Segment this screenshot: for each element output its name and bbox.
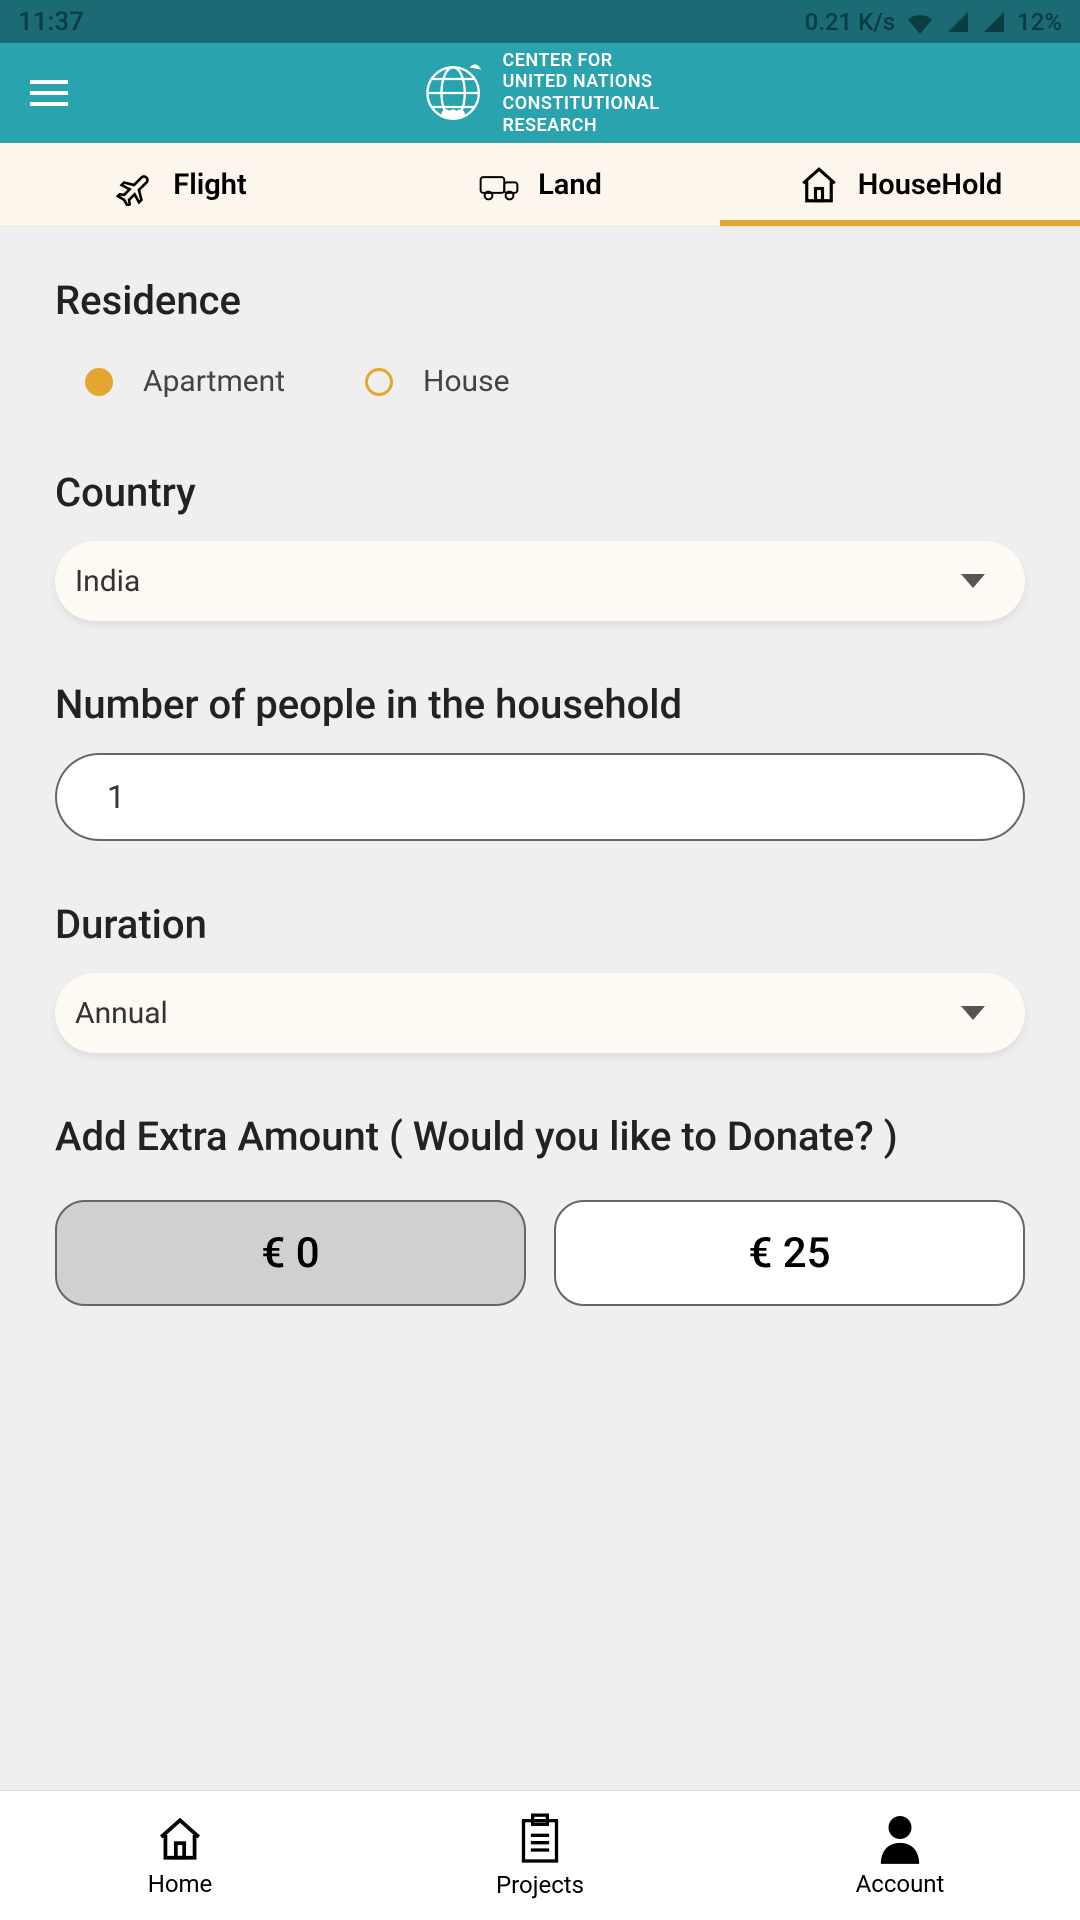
duration-label: Duration [55,901,1025,948]
flight-icon [113,164,155,206]
status-right: 0.21 K/s 12% [805,8,1062,36]
app-header: CENTER FOR UNITED NATIONS CONSTITUTIONAL… [0,43,1080,143]
country-dropdown[interactable]: India [55,541,1025,621]
tab-land[interactable]: Land [360,143,720,226]
chevron-down-icon [961,574,985,588]
battery-percent: 12% [1017,8,1062,36]
radio-apartment[interactable]: Apartment [85,364,285,399]
residence-radio-group: Apartment House [55,364,1025,399]
bottom-nav: Home Projects Account [0,1790,1080,1920]
amount-button-group: € 0 € 25 [55,1200,1025,1306]
people-label: Number of people in the household [55,681,1025,728]
nav-projects-label: Projects [496,1871,584,1899]
tab-flight-label: Flight [173,168,246,202]
country-label: Country [55,469,1025,516]
form-content: Residence Apartment House Country India … [0,227,1080,1790]
globe-logo-icon [420,58,490,128]
logo-text-3: CONSTITUTIONAL [502,93,659,115]
tab-household[interactable]: HouseHold [720,143,1080,226]
chevron-down-icon [961,1006,985,1020]
projects-icon [518,1813,562,1865]
account-icon [877,1814,923,1864]
category-tabs: Flight Land HouseHold [0,143,1080,227]
nav-account[interactable]: Account [720,1791,1080,1920]
radio-house-label: House [423,364,509,399]
land-icon [478,164,520,206]
radio-house[interactable]: House [365,364,509,399]
menu-icon[interactable] [30,80,68,106]
tab-household-label: HouseHold [858,168,1002,202]
signal-icon [945,10,971,34]
radio-house-indicator [365,368,393,396]
amount-0-label: € 0 [261,1229,319,1278]
nav-account-label: Account [856,1870,945,1898]
household-icon [798,164,840,206]
nav-home-label: Home [148,1870,213,1898]
tab-land-label: Land [538,168,602,202]
tab-flight[interactable]: Flight [0,143,360,226]
amount-button-25[interactable]: € 25 [554,1200,1025,1306]
status-bar: 11:37 0.21 K/s 12% [0,0,1080,43]
nav-home[interactable]: Home [0,1791,360,1920]
radio-apartment-indicator [85,368,113,396]
home-icon [155,1814,205,1864]
extra-amount-label: Add Extra Amount ( Would you like to Don… [55,1113,1025,1160]
people-input[interactable] [55,753,1025,841]
logo: CENTER FOR UNITED NATIONS CONSTITUTIONAL… [420,50,659,136]
residence-title: Residence [55,277,1025,324]
country-value: India [75,564,140,599]
duration-value: Annual [75,996,168,1031]
network-speed: 0.21 K/s [805,8,895,36]
duration-dropdown[interactable]: Annual [55,973,1025,1053]
logo-text-2: UNITED NATIONS [502,71,659,93]
signal-icon-2 [981,10,1007,34]
status-time: 11:37 [18,7,84,37]
wifi-icon [905,10,935,34]
radio-apartment-label: Apartment [143,364,285,399]
logo-text-1: CENTER FOR [502,50,659,72]
logo-text-4: RESEARCH [502,115,659,137]
amount-25-label: € 25 [748,1229,830,1278]
nav-projects[interactable]: Projects [360,1791,720,1920]
amount-button-0[interactable]: € 0 [55,1200,526,1306]
